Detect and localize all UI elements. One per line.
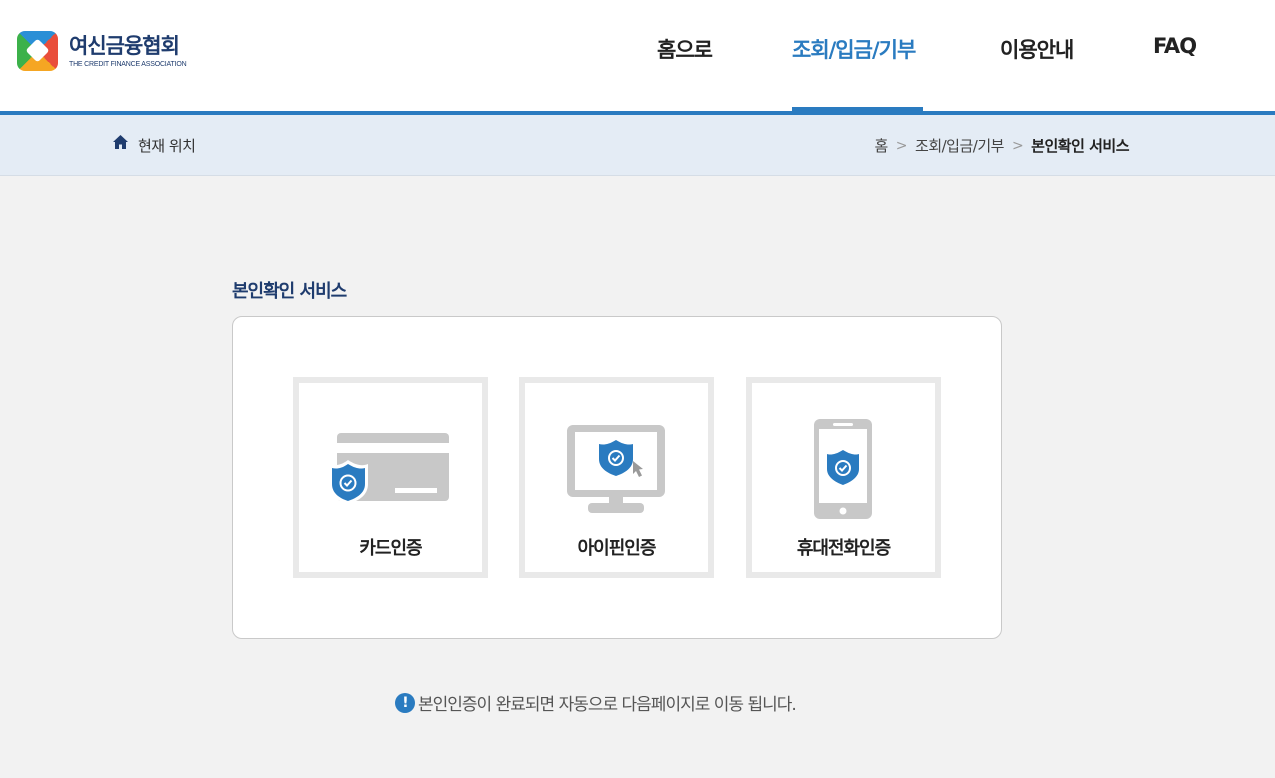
mobile-auth-label: 휴대전화인증 — [796, 538, 891, 559]
nav-active-indicator — [792, 107, 923, 111]
breadcrumb-separator: > — [1011, 137, 1024, 154]
breadcrumb-separator: > — [895, 137, 908, 154]
nav-home[interactable]: 홈으로 — [657, 34, 713, 64]
card-auth-label: 카드인증 — [359, 538, 422, 559]
breadcrumb-inquiry[interactable]: 조회/입금/기부 — [915, 135, 1004, 156]
site-logo[interactable]: 여신금융협회 THE CREDIT FINANCE ASSOCIATION — [17, 31, 187, 71]
breadcrumb: 홈 > 조회/입금/기부 > 본인확인 서비스 — [874, 135, 1129, 156]
redirect-notice: ! 본인인증이 완료되면 자동으로 다음페이지로 이동 됩니다. — [395, 690, 797, 715]
monitor-shield-icon — [567, 425, 665, 513]
notice-text: 본인인증이 완료되면 자동으로 다음페이지로 이동 됩니다. — [418, 695, 797, 715]
mobile-shield-icon — [814, 419, 872, 519]
site-header: 여신금융협회 THE CREDIT FINANCE ASSOCIATION 홈으… — [0, 0, 1275, 115]
credit-card-shield-icon — [329, 433, 449, 504]
breadcrumb-current: 본인확인 서비스 — [1031, 137, 1129, 155]
page-title: 본인확인 서비스 — [232, 281, 347, 302]
ipin-auth-button[interactable]: 아이핀인증 — [519, 377, 714, 578]
exclamation-icon: ! — [395, 692, 415, 713]
logo-title: 여신금융협회 — [69, 34, 180, 58]
mobile-auth-button[interactable]: 휴대전화인증 — [746, 377, 941, 578]
home-icon — [113, 135, 128, 149]
location-bar: 현재 위치 홈 > 조회/입금/기부 > 본인확인 서비스 — [0, 115, 1275, 176]
card-auth-button[interactable]: 카드인증 — [293, 377, 488, 578]
nav-faq[interactable]: FAQ — [1153, 34, 1197, 58]
ipin-auth-label: 아이핀인증 — [577, 538, 657, 559]
breadcrumb-home[interactable]: 홈 — [874, 135, 888, 156]
nav-guide[interactable]: 이용안내 — [1000, 34, 1074, 64]
logo-mark-icon — [17, 31, 58, 71]
verification-panel: 카드인증 아이핀인증 휴대전화인증 — [232, 316, 1002, 639]
logo-subtitle: THE CREDIT FINANCE ASSOCIATION — [69, 61, 187, 68]
location-label: 현재 위치 — [138, 137, 196, 155]
nav-inquiry[interactable]: 조회/입금/기부 — [792, 34, 916, 64]
